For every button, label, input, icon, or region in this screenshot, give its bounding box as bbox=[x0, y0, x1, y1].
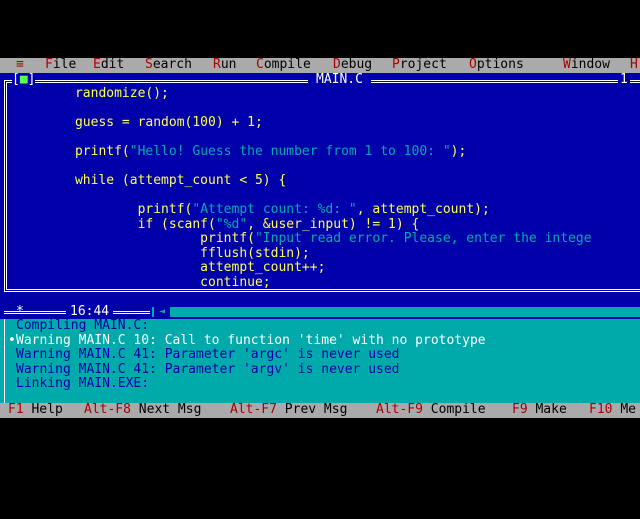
code-line[interactable]: fflush(stdin); bbox=[28, 246, 310, 262]
message-line[interactable]: Warning MAIN.C 41: Parameter 'argv' is n… bbox=[16, 362, 400, 378]
turbo-c-ide: ≡ File Edit Search Run Compile Debug Pro… bbox=[0, 58, 640, 418]
editor-title: MAIN.C bbox=[308, 72, 371, 87]
window-number: 1 bbox=[618, 71, 630, 87]
code-line[interactable]: printf("Attempt count: %d: ", attempt_co… bbox=[28, 202, 490, 218]
code-line[interactable]: printf("Hello! Guess the number from 1 t… bbox=[28, 144, 466, 160]
code-line[interactable]: randomize(); bbox=[28, 86, 169, 102]
status-make[interactable]: F9 Make bbox=[512, 402, 567, 418]
menu-debug[interactable]: Debug bbox=[333, 58, 372, 73]
menu-compile[interactable]: Compile bbox=[256, 58, 311, 73]
menu-file-rest: ile bbox=[52, 58, 77, 72]
horizontal-scrollbar[interactable] bbox=[152, 306, 640, 317]
status-compile[interactable]: Alt-F9 Compile bbox=[376, 402, 486, 418]
scroll-left-arrow-icon[interactable]: ◄ bbox=[154, 306, 170, 317]
status-menu[interactable]: F10 Me bbox=[589, 402, 636, 418]
menu-file[interactable]: File bbox=[45, 58, 76, 73]
menu-bar: ≡ File Edit Search Run Compile Debug Pro… bbox=[0, 58, 640, 73]
menu-edit[interactable]: Edit bbox=[93, 58, 124, 73]
status-prev-msg[interactable]: Alt-F7 Prev Msg bbox=[230, 402, 347, 418]
message-line[interactable]: Linking MAIN.EXE: bbox=[16, 376, 149, 392]
message-frame bbox=[4, 319, 8, 403]
close-icon[interactable]: ■ bbox=[20, 72, 28, 87]
menu-help[interactable]: H bbox=[630, 58, 638, 73]
editor-bottom-frame: * 16:44 ◄ bbox=[0, 303, 640, 319]
menu-project[interactable]: Project bbox=[392, 58, 447, 73]
message-line[interactable]: Warning MAIN.C 41: Parameter 'argc' is n… bbox=[16, 347, 400, 363]
message-line[interactable]: Compiling MAIN.C: bbox=[16, 318, 149, 334]
code-line[interactable]: printf("Input read error. Please, enter … bbox=[28, 231, 591, 247]
editor-window[interactable]: [■] MAIN.C 1 randomize(); guess = random… bbox=[0, 71, 640, 305]
message-window[interactable]: • Compiling MAIN.C: Warning MAIN.C 10: C… bbox=[0, 318, 640, 403]
menu-options[interactable]: Options bbox=[469, 58, 524, 73]
code-line[interactable]: if (scanf("%d", &user_input) != 1) { bbox=[28, 217, 420, 233]
selected-bullet-icon: • bbox=[8, 332, 16, 348]
code-line[interactable]: while (attempt_count < 5) { bbox=[28, 173, 286, 189]
menu-run[interactable]: Run bbox=[213, 58, 236, 73]
cursor-position: 16:44 bbox=[66, 304, 114, 319]
status-next-msg[interactable]: Alt-F8 Next Msg bbox=[84, 402, 201, 418]
menu-window[interactable]: Window bbox=[563, 58, 610, 73]
code-line[interactable]: guess = random(100) + 1; bbox=[28, 115, 263, 131]
status-f1-help[interactable]: F1 Help bbox=[8, 402, 63, 418]
status-bar: F1 Help Alt-F8 Next Msg Alt-F7 Prev Msg … bbox=[0, 402, 640, 418]
menu-search[interactable]: Search bbox=[145, 58, 192, 73]
system-menu[interactable]: ≡ bbox=[16, 58, 24, 73]
close-box[interactable]: [■] bbox=[12, 72, 36, 87]
message-line-selected[interactable]: Warning MAIN.C 10: Call to function 'tim… bbox=[16, 333, 486, 349]
modified-indicator: * bbox=[16, 303, 24, 319]
code-line[interactable]: continue; bbox=[28, 275, 270, 291]
code-line[interactable]: attempt_count++; bbox=[28, 260, 325, 276]
